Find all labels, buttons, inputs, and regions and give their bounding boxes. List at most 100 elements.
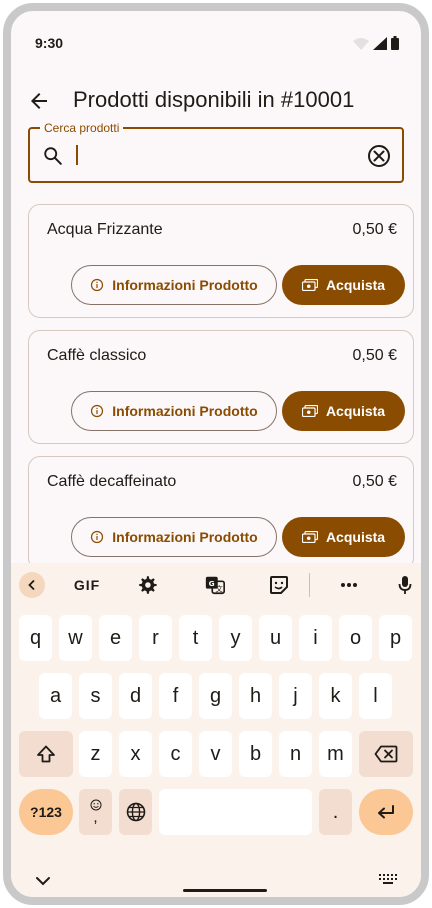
gif-label: GIF — [73, 577, 101, 593]
key-s[interactable]: s — [79, 673, 112, 719]
enter-key[interactable] — [359, 789, 413, 835]
space-key[interactable] — [159, 789, 312, 835]
buy-label: Acquista — [325, 403, 386, 419]
key-c[interactable]: c — [159, 731, 192, 777]
keyboard-collapse-button[interactable] — [19, 572, 45, 598]
buy-button[interactable]: Acquista — [282, 391, 405, 431]
search-field[interactable]: Cerca prodotti — [28, 121, 404, 183]
key-h[interactable]: h — [239, 673, 272, 719]
voice-input-button[interactable] — [393, 573, 417, 597]
product-name: Acqua Frizzante — [47, 221, 163, 238]
phone-screen: 9:30 Prodotti disponibili in #10001 Cerc… — [3, 3, 429, 905]
svg-text:G: G — [209, 579, 215, 588]
chevron-down-icon[interactable] — [33, 871, 53, 891]
product-info-label: Informazioni Prodotto — [112, 529, 258, 545]
product-info-label: Informazioni Prodotto — [112, 277, 258, 293]
translate-button[interactable]: G 文 — [203, 573, 227, 597]
key-p[interactable]: p — [379, 615, 412, 661]
key-u[interactable]: u — [259, 615, 292, 661]
enter-icon — [378, 805, 394, 819]
product-info-label: Informazioni Prodotto — [112, 403, 258, 419]
backspace-key[interactable] — [359, 731, 413, 777]
key-v[interactable]: v — [199, 731, 232, 777]
product-card: Caffè classico 0,50 € Informazioni Prodo… — [28, 330, 414, 444]
more-horizontal-icon — [341, 583, 357, 587]
key-r[interactable]: r — [139, 615, 172, 661]
key-e[interactable]: e — [99, 615, 132, 661]
signal-icon — [373, 37, 387, 50]
search-input[interactable] — [74, 141, 354, 169]
comma-label: , — [93, 809, 98, 826]
status-bar: 9:30 — [11, 11, 421, 67]
product-card: Acqua Frizzante 0,50 € Informazioni Prod… — [28, 204, 414, 318]
key-a[interactable]: a — [39, 673, 72, 719]
text-caret — [76, 145, 78, 165]
search-icon — [44, 147, 62, 165]
buy-button[interactable]: Acquista — [282, 517, 405, 557]
settings-button[interactable] — [135, 573, 159, 597]
key-l[interactable]: l — [359, 673, 392, 719]
svg-text:文: 文 — [215, 584, 223, 593]
gif-button[interactable]: GIF — [71, 573, 103, 597]
product-info-button[interactable]: Informazioni Prodotto — [71, 517, 277, 557]
buy-label: Acquista — [325, 277, 386, 293]
info-icon — [91, 530, 104, 544]
page-title: Prodotti disponibili in #10001 — [73, 87, 355, 112]
gear-icon — [139, 576, 157, 594]
key-g[interactable]: g — [199, 673, 232, 719]
product-name: Caffè classico — [47, 347, 147, 364]
keyboard-icon[interactable] — [377, 871, 399, 889]
key-i[interactable]: i — [299, 615, 332, 661]
soft-keyboard: GIF G 文 q w e r t y u i o p a s d f g h … — [11, 563, 421, 897]
buy-button[interactable]: Acquista — [282, 265, 405, 305]
key-w[interactable]: w — [59, 615, 92, 661]
period-key[interactable]: . — [319, 789, 352, 835]
language-key[interactable] — [119, 789, 152, 835]
key-d[interactable]: d — [119, 673, 152, 719]
key-x[interactable]: x — [119, 731, 152, 777]
symbols-key[interactable]: ?123 — [19, 789, 73, 835]
clear-icon[interactable] — [366, 143, 392, 169]
money-icon — [301, 405, 318, 417]
product-card: Caffè decaffeinato 0,50 € Informazioni P… — [28, 456, 414, 570]
key-f[interactable]: f — [159, 673, 192, 719]
keyboard-toolbar: GIF G 文 — [11, 563, 421, 607]
battery-icon — [391, 36, 399, 50]
home-gesture-pill[interactable] — [183, 889, 267, 892]
key-z[interactable]: z — [79, 731, 112, 777]
translate-icon: G 文 — [205, 576, 225, 595]
sticker-button[interactable] — [267, 573, 291, 597]
wifi-icon — [353, 38, 369, 50]
key-o[interactable]: o — [339, 615, 372, 661]
buy-label: Acquista — [325, 529, 386, 545]
product-price: 0,50 € — [352, 473, 397, 490]
key-j[interactable]: j — [279, 673, 312, 719]
key-n[interactable]: n — [279, 731, 312, 777]
product-info-button[interactable]: Informazioni Prodotto — [71, 391, 277, 431]
search-label: Cerca prodotti — [40, 121, 124, 135]
status-time: 9:30 — [35, 35, 64, 51]
money-icon — [301, 279, 318, 291]
emoji-comma-key[interactable]: , — [79, 789, 112, 835]
navigation-bar — [11, 859, 421, 897]
key-y[interactable]: y — [219, 615, 252, 661]
info-icon — [91, 278, 104, 292]
money-icon — [301, 531, 318, 543]
shift-icon — [37, 745, 55, 763]
chevron-left-icon — [28, 579, 35, 591]
product-price: 0,50 € — [352, 221, 397, 238]
back-arrow-icon[interactable] — [27, 89, 51, 113]
shift-key[interactable] — [19, 731, 73, 777]
key-q[interactable]: q — [19, 615, 52, 661]
key-t[interactable]: t — [179, 615, 212, 661]
backspace-icon — [374, 745, 398, 763]
microphone-icon — [398, 576, 412, 594]
more-button[interactable] — [337, 573, 361, 597]
info-icon — [91, 404, 104, 418]
product-name: Caffè decaffeinato — [47, 473, 177, 490]
key-k[interactable]: k — [319, 673, 352, 719]
key-m[interactable]: m — [319, 731, 352, 777]
key-b[interactable]: b — [239, 731, 272, 777]
product-info-button[interactable]: Informazioni Prodotto — [71, 265, 277, 305]
status-icons — [353, 36, 399, 50]
